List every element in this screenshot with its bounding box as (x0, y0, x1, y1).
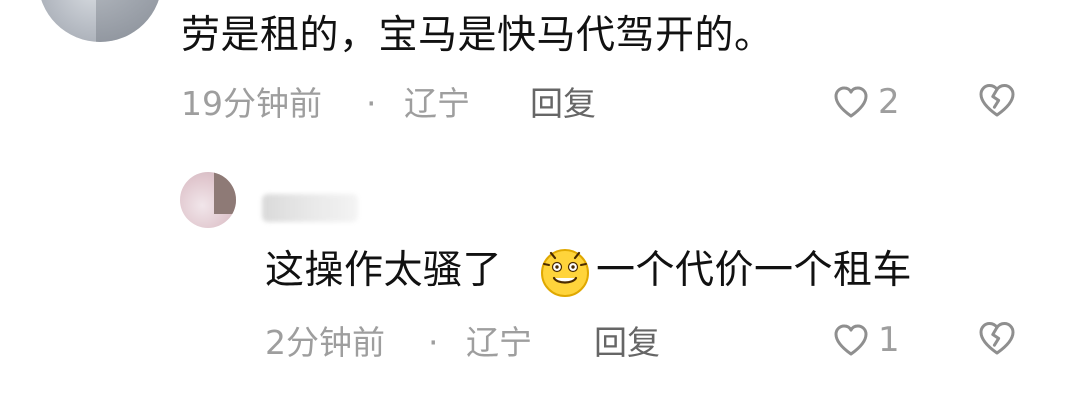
reply-username-blurred (262, 194, 358, 222)
flushed-laughing-emoji (541, 249, 589, 297)
comment-text: 劳是租的，宝马是快马代驾开的。 (181, 13, 774, 58)
comment-time: 19分钟前 (181, 84, 322, 123)
heart-outline-icon (834, 324, 868, 356)
meta-separator: · (366, 84, 377, 123)
reply-button[interactable]: 回复 (594, 323, 660, 363)
reply-time: 2分钟前 (265, 323, 385, 362)
avatar[interactable] (38, 0, 162, 42)
meta-separator: · (428, 323, 439, 362)
reply-text-part-1: 这操作太骚了 (265, 248, 503, 293)
broken-heart-icon (979, 322, 1015, 355)
like-count: 2 (878, 82, 900, 122)
comment-location: 辽宁 (404, 84, 470, 123)
reply-text-part-2: 一个代价一个租车 (596, 248, 913, 293)
reply-text: 这操作太骚了 (265, 247, 502, 295)
like-button[interactable]: 1 (832, 320, 900, 360)
reply-button[interactable]: 回复 (530, 84, 596, 124)
like-count: 1 (878, 320, 900, 360)
reply-location: 辽宁 (466, 323, 532, 362)
like-button[interactable]: 2 (832, 82, 900, 122)
reply-avatar[interactable] (180, 172, 236, 228)
dislike-button[interactable] (976, 320, 1018, 360)
dislike-button[interactable] (976, 82, 1018, 122)
broken-heart-icon (979, 84, 1015, 117)
heart-outline-icon (834, 86, 868, 118)
